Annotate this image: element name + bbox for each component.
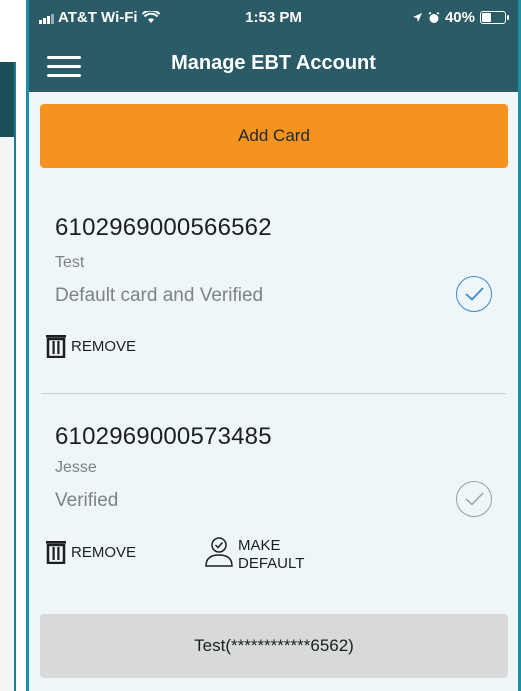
default-check-icon[interactable] <box>456 276 492 312</box>
make-default-button[interactable]: MAKE DEFAULT <box>204 536 304 573</box>
background-window-header <box>0 62 14 137</box>
device-status: 40% <box>412 9 509 26</box>
remove-button[interactable]: REMOVE <box>45 540 136 564</box>
remove-button[interactable]: REMOVE <box>45 334 136 358</box>
divider <box>41 393 506 394</box>
add-card-button[interactable]: Add Card <box>40 104 508 168</box>
make-default-label: DEFAULT <box>238 555 305 572</box>
background-window <box>0 62 16 691</box>
phone-screen: AT&T Wi-Fi 1:53 PM 40% Manage EBT Accoun… <box>26 0 521 691</box>
page-title: Manage EBT Account <box>171 52 376 74</box>
card-status: Default card and Verified <box>55 285 264 306</box>
status-bar: AT&T Wi-Fi 1:53 PM 40% <box>29 0 518 40</box>
battery-icon <box>480 11 509 24</box>
nav-bar: Manage EBT Account <box>29 40 518 92</box>
remove-label: REMOVE <box>71 543 137 561</box>
remove-label: REMOVE <box>71 337 137 355</box>
make-default-label: MAKE <box>238 537 281 554</box>
trash-icon <box>46 541 66 564</box>
alarm-icon <box>428 11 440 23</box>
location-arrow-icon <box>412 13 422 22</box>
card-status: Verified <box>55 490 119 511</box>
selected-card-bar: Test(************6562) <box>40 614 508 678</box>
battery-percent: 40% <box>444 9 475 26</box>
user-check-icon <box>205 537 233 567</box>
set-default-check-icon[interactable] <box>456 481 492 517</box>
selected-card-label: Test(************6562) <box>194 636 354 655</box>
card-number: 6102969000573485 <box>55 423 272 450</box>
card-nickname: Test <box>55 254 85 271</box>
card-number: 6102969000566562 <box>55 214 272 241</box>
card-nickname: Jesse <box>55 459 97 476</box>
trash-icon <box>46 335 66 358</box>
